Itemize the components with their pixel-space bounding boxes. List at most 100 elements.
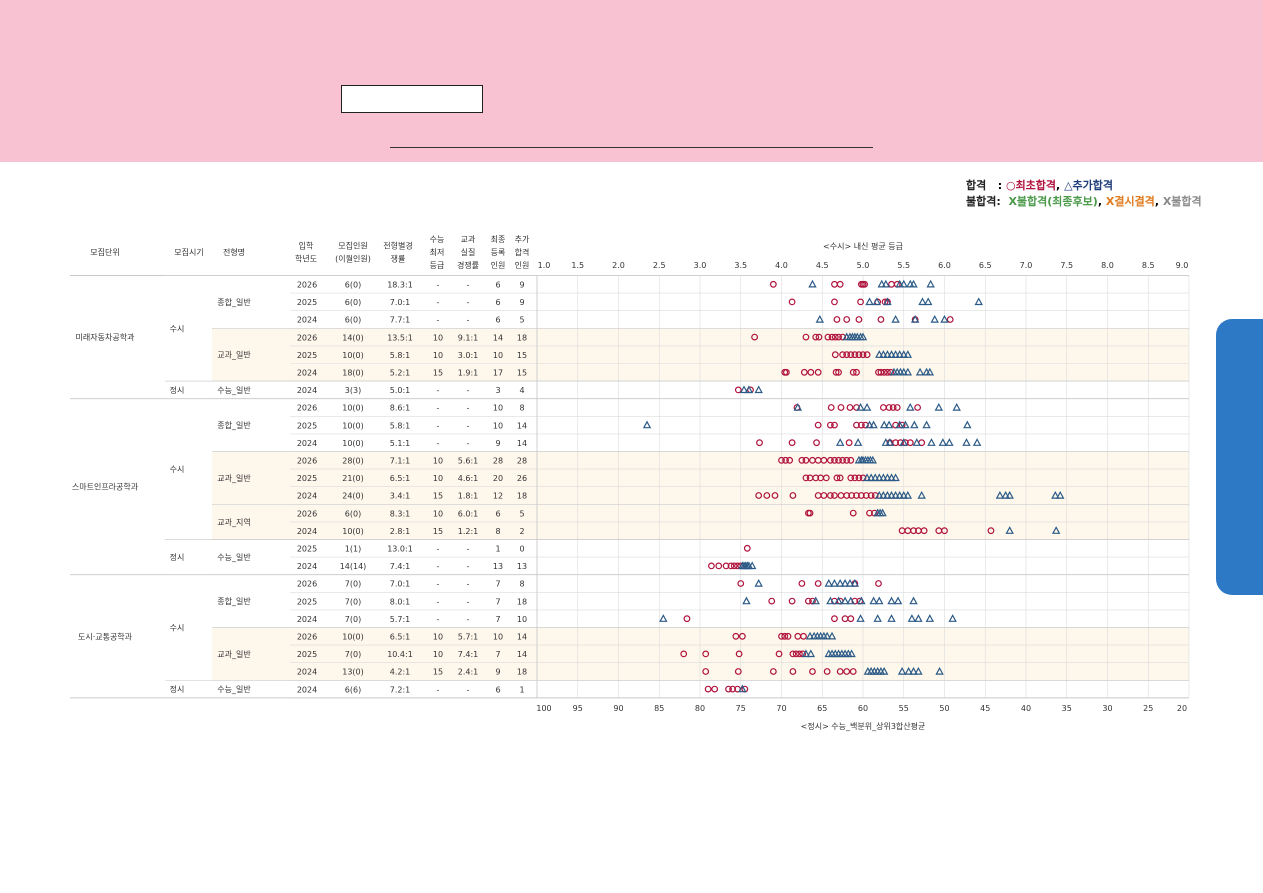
top-axis-title: <수시> 내신 평균 등급	[823, 241, 903, 251]
first-pass-marker	[893, 404, 901, 411]
cell-additional: 8	[519, 404, 524, 413]
column-header: 경쟁률	[457, 260, 479, 270]
cell-ratio: 13.5:1	[387, 333, 413, 342]
dept-label: 미래자동차공학과	[76, 332, 136, 342]
top-axis-tick: 3.5	[734, 261, 747, 270]
column-header: 실질	[461, 247, 476, 257]
bottom-axis-tick: 30	[1102, 704, 1112, 713]
cell-registered: 6	[495, 316, 500, 325]
cell-registered: 7	[495, 597, 500, 606]
column-header: 수능	[430, 235, 445, 244]
cell-quota: 6(0)	[345, 281, 361, 290]
cell-real-ratio: -	[467, 597, 470, 606]
additional-pass-marker	[972, 438, 982, 446]
cell-additional: 4	[519, 386, 524, 395]
cell-ratio: 5.8:1	[390, 421, 411, 430]
column-header: 전형별경	[383, 241, 412, 251]
period-label: 정시	[170, 385, 185, 395]
period-label: 수시	[170, 324, 185, 333]
period-label: 수시	[170, 624, 185, 633]
first-pass-marker	[711, 685, 719, 693]
cell-min-grade: 15	[433, 369, 443, 378]
cell-registered: 9	[495, 439, 500, 448]
cell-year: 2026	[297, 457, 317, 466]
cell-registered: 3	[495, 386, 500, 395]
cell-real-ratio: -	[467, 404, 470, 413]
bottom-axis-title: <정시> 수능_백분위_상위3합산평균	[801, 721, 926, 731]
cell-min-grade: -	[437, 386, 440, 395]
cell-min-grade: -	[437, 421, 440, 430]
cell-real-ratio: -	[467, 615, 470, 624]
additional-pass-marker	[974, 297, 983, 306]
first-pass-marker	[879, 404, 887, 411]
column-header: 입학	[299, 241, 314, 251]
additional-pass-marker	[918, 297, 927, 306]
cell-quota: 1(1)	[345, 545, 361, 554]
cell-min-grade: -	[437, 316, 440, 325]
additional-pass-marker	[887, 614, 896, 622]
cell-additional: 18	[517, 492, 527, 501]
additional-pass-marker	[948, 614, 957, 622]
bottom-axis-tick: 20	[1177, 704, 1187, 713]
first-pass-marker	[756, 439, 763, 447]
cell-ratio: 7.0:1	[390, 580, 411, 589]
cell-registered: 6	[495, 298, 500, 307]
cell-additional: 18	[517, 668, 527, 677]
first-pass-marker	[843, 316, 851, 323]
cell-min-grade: -	[437, 597, 440, 606]
cell-registered: 6	[495, 509, 500, 518]
additional-pass-marker	[945, 438, 954, 446]
cell-ratio: 5.0:1	[390, 386, 411, 395]
cell-min-grade: -	[437, 615, 440, 624]
cell-year: 2026	[297, 333, 317, 342]
bottom-axis-tick: 100	[536, 704, 551, 713]
cell-quota: 6(0)	[345, 298, 361, 307]
cell-additional: 26	[517, 474, 527, 483]
cell-quota: 7(0)	[345, 580, 361, 589]
cell-additional: 14	[517, 633, 527, 642]
cell-real-ratio: -	[467, 421, 470, 430]
cell-min-grade: 10	[433, 633, 443, 642]
cell-year: 2026	[297, 580, 317, 589]
column-header: 인원	[515, 260, 530, 270]
additional-pass-marker	[906, 402, 915, 411]
cell-ratio: 4.2:1	[390, 668, 411, 677]
additional-pass-marker	[891, 314, 900, 323]
cell-ratio: 5.7:1	[390, 615, 411, 624]
cell-quota: 10(0)	[342, 421, 364, 430]
cell-min-grade: -	[437, 562, 440, 571]
type-label: 교과_일반	[217, 650, 251, 659]
first-pass-marker	[788, 597, 796, 605]
first-pass-marker	[831, 421, 838, 429]
cell-real-ratio: 3.0:1	[458, 351, 479, 360]
additional-pass-marker	[830, 578, 839, 587]
cell-registered: 1	[495, 545, 500, 554]
cell-min-grade: -	[437, 404, 440, 413]
cell-quota: 13(0)	[342, 668, 364, 677]
bottom-axis-tick: 90	[613, 704, 623, 713]
cell-registered: 8	[495, 527, 500, 536]
cell-min-grade: 10	[433, 351, 443, 360]
bottom-axis-tick: 60	[858, 704, 868, 713]
cell-registered: 6	[495, 685, 500, 694]
additional-pass-marker	[853, 438, 863, 446]
cell-min-grade: 15	[433, 527, 443, 536]
column-header: 모집인원	[338, 241, 367, 251]
cell-min-grade: 10	[433, 333, 443, 342]
cell-year: 2025	[297, 421, 317, 430]
cell-additional: 9	[519, 298, 524, 307]
cell-registered: 7	[495, 615, 500, 624]
first-pass-marker	[814, 580, 822, 587]
cell-additional: 1	[519, 685, 524, 694]
top-axis-tick: 9.0	[1176, 261, 1189, 270]
bottom-axis-tick: 70	[776, 704, 786, 713]
first-pass-marker	[788, 439, 796, 447]
cell-ratio: 5.2:1	[390, 369, 411, 378]
first-pass-marker	[798, 580, 806, 587]
first-pass-marker	[831, 615, 838, 623]
cell-quota: 10(0)	[342, 351, 364, 360]
cell-registered: 7	[495, 650, 500, 659]
cell-real-ratio: 7.4:1	[458, 650, 479, 659]
cell-min-grade: 15	[433, 668, 443, 677]
cell-min-grade: -	[437, 580, 440, 589]
